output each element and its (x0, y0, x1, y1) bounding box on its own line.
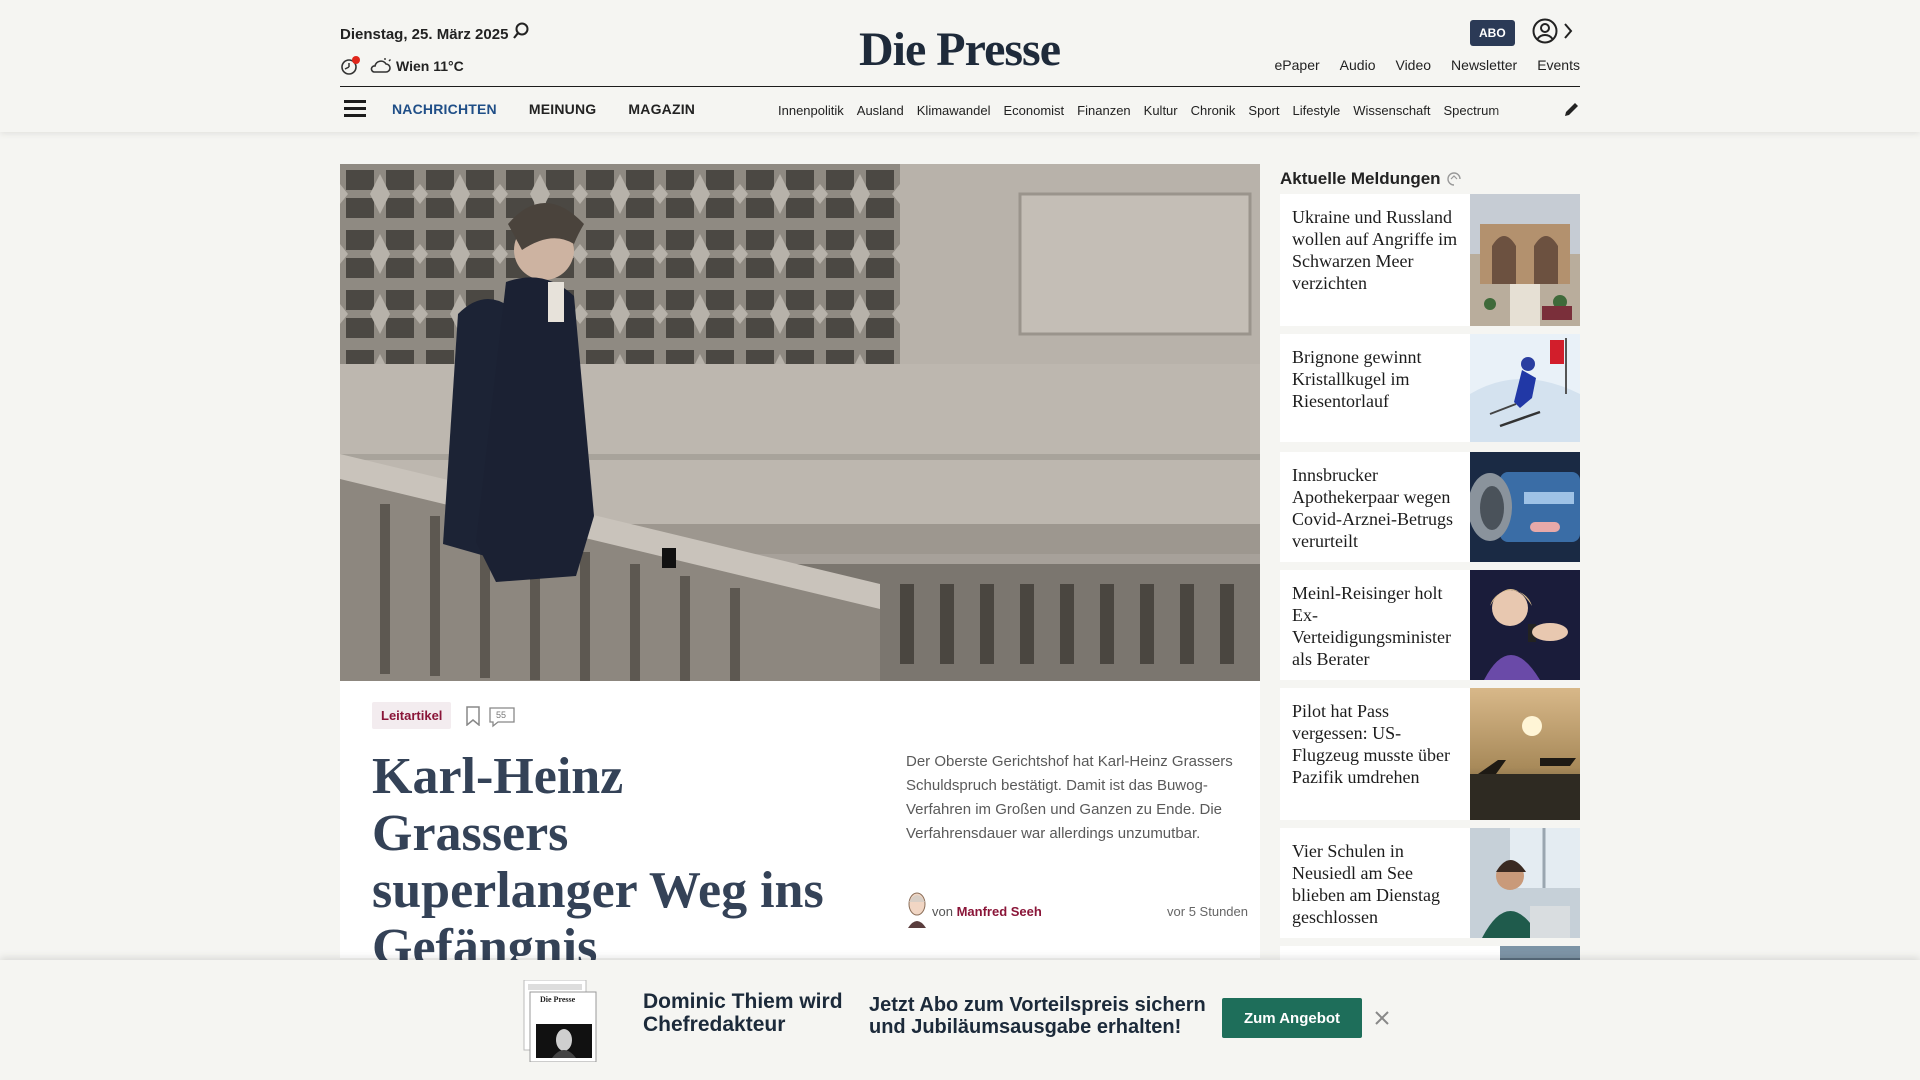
section-economist[interactable]: Economist (1003, 103, 1064, 118)
news-item[interactable]: Meinl-Reisinger holt Ex-Verteidigungsmin… (1280, 570, 1580, 680)
section-lifestyle[interactable]: Lifestyle (1293, 103, 1341, 118)
site-logo[interactable]: Die Presse (859, 22, 1061, 77)
section-innenpolitik[interactable]: Innenpolitik (778, 103, 844, 118)
section-wissenschaft[interactable]: Wissenschaft (1353, 103, 1430, 118)
news-item-thumbnail[interactable] (1470, 452, 1580, 562)
article-category-tag[interactable]: Leitartikel (372, 702, 452, 729)
byline: von Manfred Seeh (932, 904, 1042, 919)
news-item-thumbnail[interactable] (1470, 194, 1580, 326)
hamburger-menu-icon[interactable] (344, 100, 366, 118)
section-sport[interactable]: Sport (1248, 103, 1279, 118)
section-finanzen[interactable]: Finanzen (1077, 103, 1130, 118)
weather-label[interactable]: Wien 11°C (396, 58, 464, 74)
news-item-thumbnail[interactable] (1470, 828, 1580, 938)
publish-time: vor 5 Stunden (1167, 904, 1248, 919)
banner-offer-text: Jetzt Abo zum Vorteilspreis sichern und … (869, 994, 1206, 1038)
news-item-thumbnail[interactable] (1470, 688, 1580, 820)
nav-meinung[interactable]: MEINUNG (529, 101, 597, 117)
news-item[interactable]: Ukraine und Russland wollen auf Angriffe… (1280, 194, 1580, 326)
top-links: ePaper Audio Video Newsletter Events (1275, 57, 1580, 73)
toplink-epaper[interactable]: ePaper (1275, 57, 1320, 73)
toplink-events[interactable]: Events (1537, 57, 1580, 73)
news-item-thumbnail[interactable] (1470, 570, 1580, 680)
sidebar-title-label: Aktuelle Meldungen (1280, 169, 1441, 188)
nav-magazin[interactable]: MAGAZIN (628, 101, 695, 117)
toplink-newsletter[interactable]: Newsletter (1451, 57, 1517, 73)
weather-cloud-icon (370, 58, 391, 73)
news-item[interactable]: Pilot hat Pass vergessen: US-Flugzeug mu… (1280, 688, 1580, 820)
byline-prefix: von (932, 904, 953, 919)
site-header: Dienstag, 25. März 2025 Wien 11°C Die Pr… (0, 0, 1920, 132)
header-divider (340, 86, 1580, 87)
lead-article-image[interactable] (340, 164, 1260, 681)
banner-headline: Dominic Thiem wird Chefredakteur (643, 990, 843, 1036)
news-item-title[interactable]: Ukraine und Russland wollen auf Angriffe… (1280, 194, 1470, 326)
search-icon[interactable] (512, 22, 530, 40)
news-item-title[interactable]: Innsbrucker Apothekerpaar wegen Covid-Ar… (1280, 452, 1470, 562)
lead-article[interactable]: Leitartikel 55 Karl-Heinz Grassers super… (340, 164, 1260, 976)
news-item-thumbnail[interactable] (1470, 334, 1580, 442)
chevron-right-icon[interactable] (1562, 22, 1574, 40)
section-klimawandel[interactable]: Klimawandel (917, 103, 991, 118)
news-item-title[interactable]: Meinl-Reisinger holt Ex-Verteidigungsmin… (1280, 570, 1470, 680)
section-kultur[interactable]: Kultur (1144, 103, 1178, 118)
lead-headline[interactable]: Karl-Heinz Grassers superlanger Weg ins … (372, 748, 832, 976)
section-ausland[interactable]: Ausland (857, 103, 904, 118)
news-item-title[interactable]: Pilot hat Pass vergessen: US-Flugzeug mu… (1280, 688, 1470, 820)
news-item-title[interactable]: Vier Schulen in Neusiedl am See blieben … (1280, 828, 1470, 938)
author-link[interactable]: Manfred Seeh (957, 904, 1042, 919)
section-nav: Innenpolitik Ausland Klimawandel Economi… (778, 103, 1540, 118)
author-avatar (908, 892, 926, 928)
banner-cta-button[interactable]: Zum Angebot (1222, 998, 1362, 1038)
svg-text:Die Presse: Die Presse (540, 995, 576, 1004)
nav-nachrichten[interactable]: NACHRICHTEN (392, 101, 497, 117)
comment-count: 55 (496, 710, 507, 720)
news-item[interactable]: Brignone gewinnt Kristallkugel im Riesen… (1280, 334, 1580, 442)
lead-teaser: Der Oberste Gerichtshof hat Karl-Heinz G… (906, 753, 1233, 842)
toplink-video[interactable]: Video (1395, 57, 1431, 73)
main-nav: NACHRICHTEN MEINUNG MAGAZIN (392, 101, 695, 117)
abo-button[interactable]: ABO (1470, 20, 1515, 46)
news-item[interactable]: Innsbrucker Apothekerpaar wegen Covid-Ar… (1280, 452, 1580, 562)
header-inner: Dienstag, 25. März 2025 Wien 11°C Die Pr… (340, 0, 1580, 132)
user-account-icon[interactable] (1532, 18, 1558, 44)
newspaper-icon: Die Presse (523, 980, 597, 1062)
news-item[interactable]: Vier Schulen in Neusiedl am See blieben … (1280, 828, 1580, 938)
close-icon[interactable] (1374, 1010, 1390, 1026)
section-nav-fade (1490, 96, 1542, 124)
current-date: Dienstag, 25. März 2025 (340, 26, 509, 43)
section-chronik[interactable]: Chronik (1191, 103, 1236, 118)
sidebar-title: Aktuelle Meldungen (1280, 164, 1580, 194)
bookmark-icon[interactable] (464, 706, 482, 726)
toplink-audio[interactable]: Audio (1340, 57, 1376, 73)
pencil-icon[interactable] (1562, 101, 1580, 119)
subscription-banner: Die Presse Dominic Thiem wird Chefredakt… (0, 960, 1920, 1080)
news-item-title[interactable]: Brignone gewinnt Kristallkugel im Riesen… (1280, 334, 1470, 442)
latest-news-sidebar: Aktuelle Meldungen Ukraine und Russland … (1280, 164, 1580, 976)
info-icon (1446, 172, 1461, 186)
clock-icon[interactable] (340, 56, 360, 76)
